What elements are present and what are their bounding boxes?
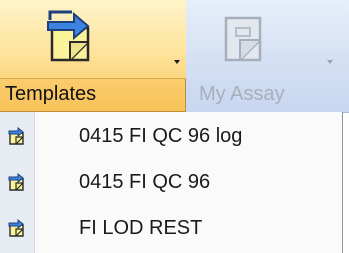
- assay-document-icon: [224, 16, 262, 62]
- templates-dropdown-menu: 0415 FI QC 96 log 0415 FI QC 96 FI LOD R…: [0, 112, 343, 253]
- template-document-icon: [8, 218, 24, 237]
- my-assay-button-label: My Assay: [199, 83, 285, 105]
- template-document-icon: [8, 126, 24, 145]
- templates-button-label: Templates: [5, 83, 97, 105]
- menu-item-template[interactable]: 0415 FI QC 96 log: [0, 116, 342, 156]
- menu-item-label: 0415 FI QC 96 log: [79, 125, 243, 147]
- ribbon: Templates My Assay: [0, 0, 349, 113]
- menu-item-template[interactable]: 0415 FI QC 96: [0, 162, 342, 202]
- my-assay-dropdown-arrow[interactable]: [327, 60, 333, 64]
- templates-split-button[interactable]: Templates: [0, 0, 186, 112]
- my-assay-split-button[interactable]: My Assay: [187, 0, 349, 112]
- menu-item-label: 0415 FI QC 96: [79, 171, 211, 193]
- menu-item-template[interactable]: FI LOD REST: [0, 208, 342, 248]
- app-root: Templates My Assay 0415 FI QC 96 log 041…: [0, 0, 349, 253]
- template-document-icon: [8, 172, 24, 191]
- templates-dropdown-arrow[interactable]: [174, 60, 180, 64]
- menu-item-label: FI LOD REST: [79, 217, 203, 239]
- template-document-icon: [47, 10, 90, 62]
